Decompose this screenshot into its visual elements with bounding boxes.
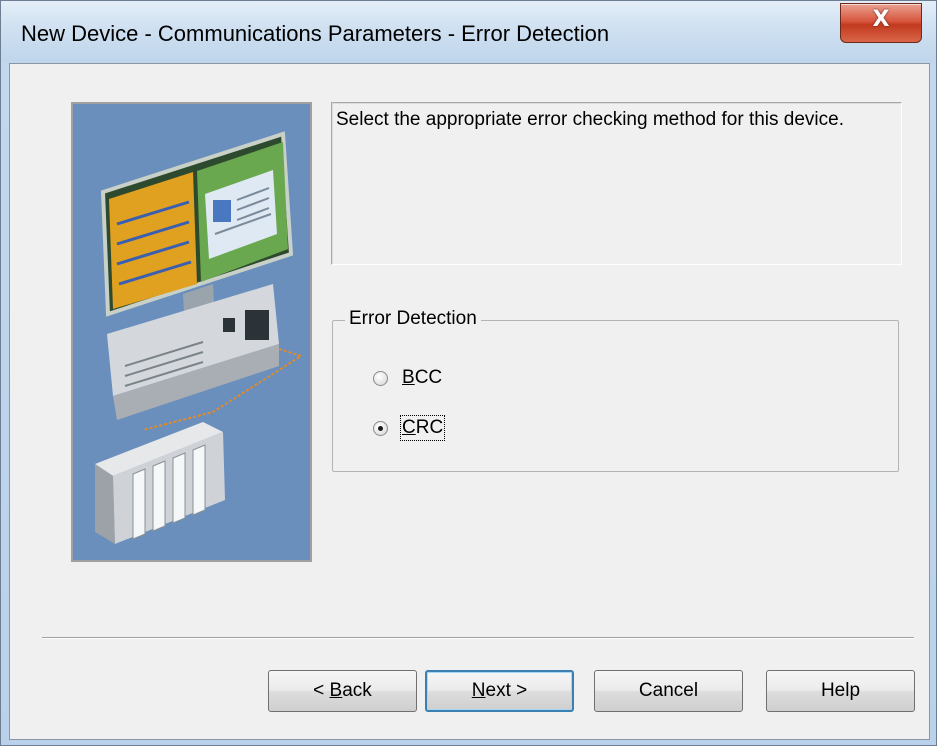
error-detection-groupbox: Error Detection BCC CRC bbox=[332, 308, 899, 472]
next-button-label: ext > bbox=[485, 680, 528, 701]
illustration-image bbox=[73, 104, 310, 560]
back-button-prefix: < bbox=[313, 680, 330, 701]
back-button-mnemonic: B bbox=[329, 680, 343, 701]
dialog-client-area: Select the appropriate error checking me… bbox=[9, 63, 930, 740]
radio-crc-label-rest: RC bbox=[415, 417, 444, 438]
button-separator bbox=[42, 637, 914, 639]
radio-bcc[interactable]: BCC bbox=[373, 367, 442, 389]
radio-bcc-mnemonic: B bbox=[402, 367, 415, 388]
window-title: New Device - Communications Parameters -… bbox=[21, 21, 610, 46]
help-button[interactable]: Help bbox=[766, 670, 915, 712]
close-button[interactable]: X bbox=[840, 3, 922, 43]
radio-crc[interactable]: CRC bbox=[373, 415, 446, 441]
back-button-label: ack bbox=[342, 680, 372, 701]
error-detection-legend: Error Detection bbox=[345, 308, 481, 330]
close-icon: X bbox=[872, 7, 890, 32]
next-button-mnemonic: N bbox=[471, 680, 486, 701]
radio-crc-label[interactable]: CRC bbox=[399, 415, 446, 441]
computer-plc-illustration bbox=[71, 102, 312, 562]
back-button[interactable]: < Back bbox=[268, 670, 417, 712]
radio-crc-button[interactable] bbox=[373, 420, 388, 436]
help-button-label: Help bbox=[820, 680, 861, 701]
title-bar[interactable]: New Device - Communications Parameters -… bbox=[1, 1, 936, 63]
cancel-button[interactable]: Cancel bbox=[594, 670, 743, 712]
radio-crc-mnemonic: C bbox=[402, 417, 416, 438]
description-box: Select the appropriate error checking me… bbox=[331, 102, 902, 265]
radio-bcc-label-rest: CC bbox=[414, 367, 443, 388]
next-button[interactable]: Next > bbox=[425, 670, 574, 712]
cancel-button-label: Cancel bbox=[638, 680, 699, 701]
radio-bcc-label[interactable]: BCC bbox=[402, 367, 442, 389]
radio-bcc-button[interactable] bbox=[373, 370, 388, 386]
dialog-window: New Device - Communications Parameters -… bbox=[0, 0, 937, 746]
